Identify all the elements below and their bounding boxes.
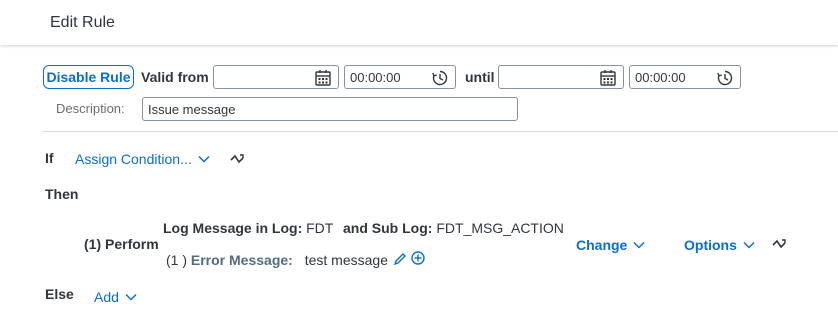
calendar-icon[interactable] [314,69,332,87]
page-title: Edit Rule [50,14,115,31]
clock-icon[interactable] [431,69,449,87]
error-message-value: test message [304,252,388,268]
chevron-down-icon [633,241,645,249]
add-circle-icon[interactable] [411,251,425,265]
description-label: Description: [56,101,125,116]
until-label: until [465,69,495,85]
valid-from-label: Valid from [141,69,209,85]
sub-log-value: FDT_MSG_ACTION [436,220,564,236]
until-time-field[interactable]: 00:00:00 [629,65,741,89]
valid-from-date-field[interactable] [213,65,339,89]
if-label: If [45,150,54,166]
log-message-label: Log Message in Log: [163,220,303,236]
valid-from-time-field[interactable]: 00:00:00 [344,65,456,89]
until-time-value: 00:00:00 [635,70,686,85]
sub-log-label: and Sub Log: [342,220,433,236]
log-value: FDT [306,220,334,236]
perform-label: (1) Perform [84,236,159,252]
chevron-down-icon [125,293,137,301]
dialog-header: Edit Rule [0,0,838,45]
error-message-line: (1 ) Error Message: test message [166,252,388,268]
chevron-down-icon [743,241,755,249]
collapse-arrows-icon[interactable] [230,152,244,166]
error-message-label: Error Message: [190,252,293,268]
section-divider [43,131,838,132]
options-label: Options [684,237,737,253]
disable-rule-button[interactable]: Disable Rule [43,65,134,89]
add-label: Add [94,289,119,305]
log-message-line: Log Message in Log: FDT and Sub Log: FDT… [163,220,564,236]
perform-text: (1) Perform [84,236,159,252]
assign-condition-link[interactable]: Assign Condition... [75,151,210,167]
description-value: Issue message [148,102,236,117]
calendar-icon[interactable] [599,69,617,87]
until-date-field[interactable] [498,65,624,89]
edit-pencil-icon[interactable] [393,252,407,266]
valid-from-time-value: 00:00:00 [350,70,401,85]
description-input[interactable]: Issue message [142,97,518,121]
chevron-down-icon [198,155,210,163]
assign-condition-label: Assign Condition... [75,151,192,167]
add-link[interactable]: Add [94,289,137,305]
change-label: Change [576,237,628,253]
change-link[interactable]: Change [576,237,645,253]
then-label: Then [45,186,79,202]
clock-icon[interactable] [716,69,734,87]
else-label: Else [45,286,74,302]
error-index: (1 ) [166,252,187,268]
collapse-arrows-icon[interactable] [772,237,786,251]
options-link[interactable]: Options [684,237,755,253]
